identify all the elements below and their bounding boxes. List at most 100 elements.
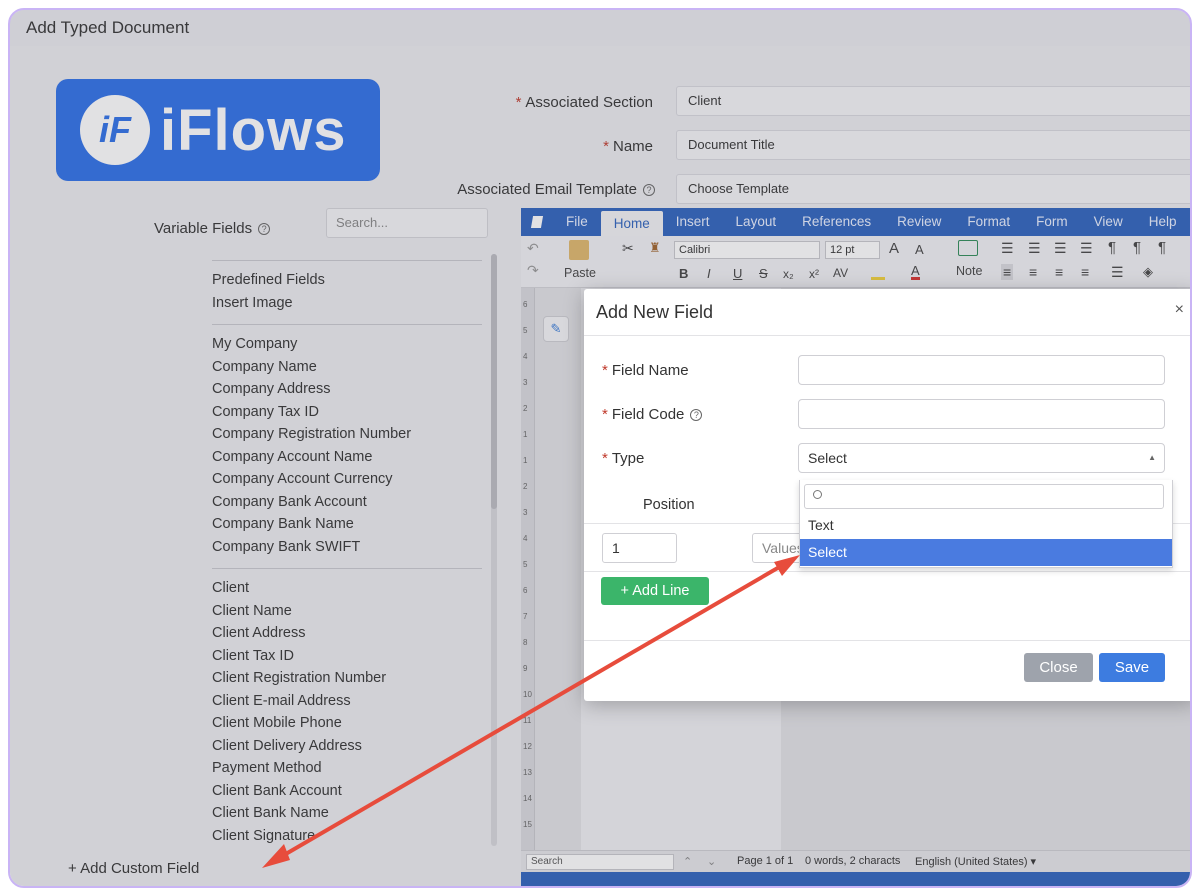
- list-item[interactable]: Company Name: [212, 356, 482, 379]
- shrink-font-icon[interactable]: A: [915, 242, 924, 257]
- list-item[interactable]: Predefined Fields: [212, 269, 482, 292]
- font-size-select[interactable]: 12 pt: [825, 241, 880, 259]
- ruler-mark: 13: [523, 768, 532, 777]
- divider: [584, 571, 1190, 572]
- menu-references[interactable]: References: [789, 208, 884, 236]
- align-left-icon[interactable]: ≡: [1001, 264, 1014, 280]
- subscript-button[interactable]: x₂: [783, 267, 794, 281]
- list-item[interactable]: Insert Image: [212, 292, 482, 315]
- italic-button[interactable]: I: [707, 266, 711, 281]
- list-item[interactable]: Client Mobile Phone: [212, 712, 482, 735]
- type-select[interactable]: Select ▲: [798, 443, 1165, 473]
- menu-insert[interactable]: Insert: [663, 208, 723, 236]
- paste-button[interactable]: Paste: [564, 266, 596, 280]
- list-item[interactable]: Client Name: [212, 600, 482, 623]
- list-item[interactable]: Client Bank Account: [212, 780, 482, 803]
- name-input[interactable]: Document Title: [676, 130, 1190, 160]
- list-item[interactable]: Client Address: [212, 622, 482, 645]
- next-result-icon[interactable]: ⌄: [707, 855, 716, 868]
- status-search-input[interactable]: Search: [526, 854, 674, 870]
- shading-icon[interactable]: ◈: [1143, 264, 1153, 280]
- list-item[interactable]: Client: [212, 577, 482, 600]
- field-name-input[interactable]: [798, 355, 1165, 385]
- cut-icon[interactable]: ✂: [622, 240, 634, 257]
- dropdown-option-text[interactable]: Text: [800, 512, 1172, 539]
- highlight-icon[interactable]: [871, 266, 885, 280]
- language-select[interactable]: English (United States) ▾: [915, 855, 1036, 868]
- bold-button[interactable]: B: [679, 266, 688, 281]
- save-button[interactable]: Save: [1099, 653, 1165, 682]
- dropdown-search-input[interactable]: [804, 484, 1164, 509]
- field-group: Predefined Fields Insert Image: [212, 260, 482, 324]
- justify-icon[interactable]: ≡: [1081, 264, 1089, 280]
- menu-form[interactable]: Form: [1023, 208, 1081, 236]
- list-item[interactable]: Client Signature: [212, 825, 482, 848]
- bullets-icon[interactable]: ☰: [1001, 240, 1014, 257]
- menu-view[interactable]: View: [1081, 208, 1136, 236]
- note-button[interactable]: Note: [956, 264, 982, 278]
- menu-layout[interactable]: Layout: [723, 208, 790, 236]
- rtl-icon[interactable]: ¶: [1158, 239, 1166, 256]
- list-item[interactable]: Client Registration Number: [212, 667, 482, 690]
- strikethrough-button[interactable]: S: [759, 266, 768, 281]
- add-custom-field-link[interactable]: + Add Custom Field: [68, 860, 199, 877]
- format-painter-icon[interactable]: ♜: [649, 240, 661, 256]
- field-code-input[interactable]: [798, 399, 1165, 429]
- paste-icon[interactable]: [569, 240, 589, 260]
- scroll-thumb[interactable]: [491, 254, 497, 509]
- close-icon[interactable]: ×: [1175, 301, 1184, 319]
- list-item[interactable]: Company Registration Number: [212, 423, 482, 446]
- font-color-icon[interactable]: A: [911, 264, 920, 280]
- align-center-icon[interactable]: ≡: [1029, 264, 1037, 280]
- list-item[interactable]: Company Account Currency: [212, 468, 482, 491]
- redo-icon[interactable]: ↷: [527, 262, 539, 279]
- char-spacing-icon[interactable]: AV: [833, 266, 848, 280]
- variable-fields-search-input[interactable]: Search...: [326, 208, 488, 238]
- line-spacing-icon[interactable]: ☰: [1111, 264, 1124, 281]
- list-item[interactable]: Company Tax ID: [212, 401, 482, 424]
- list-item[interactable]: Company Bank Name: [212, 513, 482, 536]
- menu-file[interactable]: File: [553, 208, 601, 236]
- editor-statusbar: Search ⌃ ⌄ Page 1 of 1 0 words, 2 charac…: [521, 850, 1190, 872]
- add-line-button[interactable]: + Add Line: [601, 577, 709, 605]
- list-item[interactable]: Payment Method: [212, 757, 482, 780]
- list-item[interactable]: My Company: [212, 333, 482, 356]
- dropdown-option-select[interactable]: Select: [800, 539, 1172, 566]
- list-item[interactable]: Company Account Name: [212, 446, 482, 469]
- ltr-icon[interactable]: ¶: [1133, 239, 1141, 256]
- word-count: 0 words, 2 characts: [805, 855, 901, 867]
- list-item[interactable]: Company Address: [212, 378, 482, 401]
- indent-icon[interactable]: ☰: [1080, 240, 1093, 257]
- list-item[interactable]: Client Bank Name: [212, 802, 482, 825]
- menu-format[interactable]: Format: [954, 208, 1023, 236]
- menu-help[interactable]: Help: [1136, 208, 1190, 236]
- font-family-select[interactable]: Calibri: [674, 241, 820, 259]
- edit-pencil-icon[interactable]: ✎: [543, 316, 569, 342]
- variable-fields-scrollbar[interactable]: [491, 254, 497, 846]
- outdent-icon[interactable]: ☰: [1054, 240, 1067, 257]
- search-icon: [813, 490, 822, 499]
- list-item[interactable]: Company Bank Account: [212, 491, 482, 514]
- app-frame: Add Typed Document iF iFlows * Associated…: [8, 8, 1192, 888]
- position-input[interactable]: 1: [602, 533, 677, 563]
- list-item[interactable]: Client Tax ID: [212, 645, 482, 668]
- pilcrow-icon[interactable]: ¶: [1108, 239, 1116, 256]
- underline-button[interactable]: U: [733, 266, 742, 281]
- grow-font-icon[interactable]: A: [889, 240, 899, 257]
- close-button[interactable]: Close: [1024, 653, 1093, 682]
- menu-review[interactable]: Review: [884, 208, 954, 236]
- prev-result-icon[interactable]: ⌃: [683, 855, 692, 868]
- ruler-mark: 1: [523, 456, 528, 465]
- email-template-select[interactable]: Choose Template: [676, 174, 1190, 204]
- list-item[interactable]: Client Delivery Address: [212, 735, 482, 758]
- associated-section-select[interactable]: Client: [676, 86, 1190, 116]
- list-item[interactable]: Client E-mail Address: [212, 690, 482, 713]
- align-right-icon[interactable]: ≡: [1055, 264, 1063, 280]
- note-icon[interactable]: [958, 240, 978, 256]
- numbering-icon[interactable]: ☰: [1028, 240, 1041, 257]
- menu-home[interactable]: Home: [600, 211, 663, 236]
- ruler-mark: 2: [523, 404, 528, 413]
- superscript-button[interactable]: x²: [809, 267, 819, 281]
- list-item[interactable]: Company Bank SWIFT: [212, 536, 482, 559]
- undo-icon[interactable]: ↶: [527, 240, 539, 257]
